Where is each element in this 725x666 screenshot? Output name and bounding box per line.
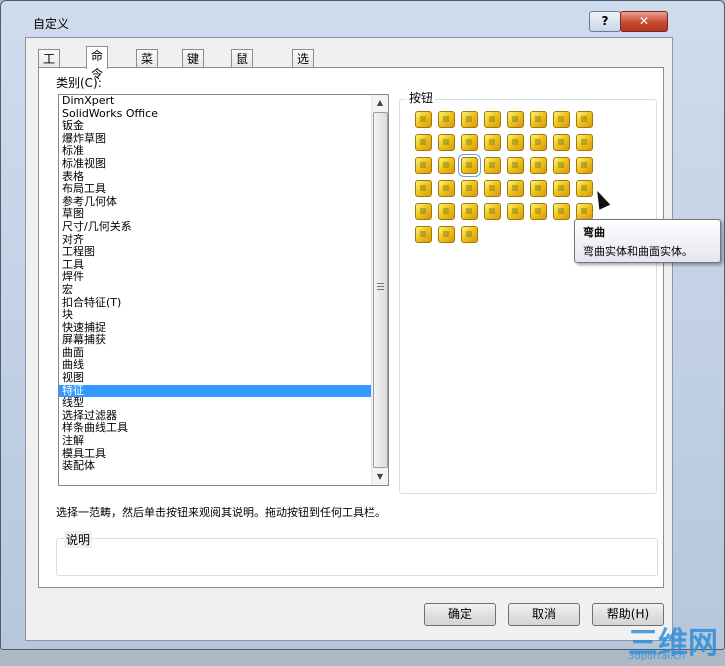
fillet-icon[interactable] [461, 134, 478, 151]
category-item[interactable]: 工程图 [59, 246, 371, 259]
lofted-boss-icon[interactable] [484, 111, 501, 128]
scroll-down-icon[interactable]: ▼ [374, 470, 386, 484]
extruded-boss-icon[interactable] [415, 111, 432, 128]
sketch-pattern-icon[interactable] [576, 157, 593, 174]
chamfer-icon[interactable] [484, 134, 501, 151]
category-item[interactable]: 钣金 [59, 120, 371, 133]
move-face-icon[interactable] [576, 203, 593, 220]
split-icon[interactable] [530, 180, 547, 197]
revolved-cut-icon[interactable] [576, 111, 593, 128]
thicken-icon[interactable] [461, 203, 478, 220]
flex-icon[interactable] [438, 157, 455, 174]
description-title: 说明 [64, 531, 93, 548]
category-item[interactable]: 对齐 [59, 233, 371, 247]
scroll-up-icon[interactable]: ▲ [374, 96, 386, 110]
extruded-cut-icon[interactable] [530, 111, 547, 128]
dome-icon[interactable] [415, 157, 432, 174]
freeform-icon[interactable] [507, 180, 524, 197]
category-item[interactable]: 特征 [59, 384, 371, 398]
tooltip-body: 弯曲实体和曲面实体。 [583, 245, 693, 258]
scroll-thumb[interactable] [373, 112, 388, 468]
boundary-boss-icon[interactable] [507, 111, 524, 128]
joint-icon[interactable] [507, 203, 524, 220]
circular-pattern-icon[interactable] [507, 157, 524, 174]
tab-commands[interactable]: 命令 [86, 46, 109, 81]
flex-bend-icon[interactable] [530, 203, 547, 220]
intersect-icon[interactable] [576, 180, 593, 197]
dialog-client: 工具栏 命令 菜单 键盘 鼠标笔势 选项 类别(C): DimXpertSoli… [25, 37, 673, 641]
category-item[interactable]: 曲面 [59, 346, 371, 360]
category-item[interactable]: 布局工具 [59, 183, 371, 196]
category-item[interactable]: 块 [59, 308, 371, 322]
delete-body-icon[interactable] [438, 203, 455, 220]
window-title: 自定义 [33, 17, 70, 31]
category-item[interactable]: 参考几何体 [59, 195, 371, 209]
category-item[interactable]: 模具工具 [59, 447, 371, 461]
delete-face-icon[interactable] [415, 226, 432, 243]
move-copy-icon[interactable] [415, 203, 432, 220]
shell-icon[interactable] [553, 134, 570, 151]
tab-options[interactable]: 选项 [292, 49, 315, 84]
cavity-icon[interactable] [484, 203, 501, 220]
category-item[interactable]: 线型 [59, 397, 371, 410]
check-list-icon[interactable] [461, 226, 478, 243]
linear-pattern-icon[interactable] [484, 157, 501, 174]
tab-menus[interactable]: 菜单 [136, 49, 159, 84]
variable-pattern-icon[interactable] [553, 203, 570, 220]
indent-icon[interactable] [484, 180, 501, 197]
grip-icon [377, 283, 384, 291]
wrap-icon[interactable] [576, 134, 593, 151]
cancel-button[interactable]: 取消 [508, 603, 580, 626]
mirror-icon[interactable] [530, 157, 547, 174]
swept-cut-icon[interactable] [415, 134, 432, 151]
category-item[interactable]: 宏 [59, 283, 371, 297]
category-item[interactable]: 装配体 [59, 460, 371, 473]
tab-toolbars[interactable]: 工具栏 [38, 49, 61, 102]
category-item[interactable]: 爆炸草图 [59, 132, 371, 146]
fill-pattern-icon[interactable] [438, 180, 455, 197]
tab-mouse-gestures[interactable]: 鼠标笔势 [231, 49, 254, 120]
dialog-frame: 自定义 ? ✕ 工具栏 命令 菜单 键盘 鼠标笔势 选项 类别(C): DimX… [0, 0, 725, 650]
category-item[interactable]: 注解 [59, 434, 371, 448]
category-item[interactable]: 焊件 [59, 271, 371, 284]
category-item[interactable]: SolidWorks Office [59, 107, 371, 121]
help-title-button[interactable]: ? [589, 11, 621, 32]
swept-boss-icon[interactable] [461, 111, 478, 128]
deform-icon[interactable] [461, 180, 478, 197]
category-item[interactable]: 屏幕捕获 [59, 334, 371, 347]
combine-icon[interactable] [553, 180, 570, 197]
ok-button[interactable]: 确定 [424, 603, 496, 626]
lofted-cut-icon[interactable] [438, 134, 455, 151]
close-button[interactable]: ✕ [620, 11, 668, 32]
rib-icon[interactable] [507, 134, 524, 151]
description-box [56, 538, 658, 576]
categories-list: DimXpert SolidWorks Office 钣金 爆炸草图 标准 标准视图 表格布… [59, 95, 371, 485]
curve-pattern-icon[interactable] [553, 157, 570, 174]
category-item[interactable]: 标准视图 [59, 157, 371, 171]
revolved-boss-icon[interactable] [438, 111, 455, 128]
tab-keyboard[interactable]: 键盘 [182, 49, 205, 84]
table-pattern-icon[interactable] [415, 180, 432, 197]
category-item[interactable]: DimXpert [59, 95, 371, 108]
category-item[interactable]: 样条曲线工具 [59, 422, 371, 435]
replace-face-icon[interactable] [438, 226, 455, 243]
category-item[interactable]: 尺寸/几何关系 [59, 220, 371, 234]
category-item[interactable]: 视图 [59, 371, 371, 385]
category-item[interactable]: 曲线 [59, 359, 371, 372]
draft-icon[interactable] [530, 134, 547, 151]
tooltip-title: 弯曲 [583, 226, 605, 239]
categories-listbox[interactable]: DimXpert SolidWorks Office 钣金 爆炸草图 标准 标准视图 表格布… [58, 94, 389, 486]
category-item[interactable]: 扣合特征(T) [59, 296, 371, 310]
buttons-group-title: 按钮 [407, 89, 436, 106]
hole-wizard-icon[interactable] [553, 111, 570, 128]
instruction-text: 选择一范畴，然后单击按钮来观阅其说明。拖动按钮到任何工具栏。 [56, 506, 386, 519]
watermark-url: 3dportal.cn [628, 651, 686, 662]
scale-icon[interactable] [461, 157, 478, 174]
button-tooltip: 弯曲 弯曲实体和曲面实体。 [574, 219, 721, 263]
category-item[interactable]: 工具 [59, 258, 371, 272]
categories-scrollbar[interactable]: ▲ ▼ [371, 95, 388, 485]
